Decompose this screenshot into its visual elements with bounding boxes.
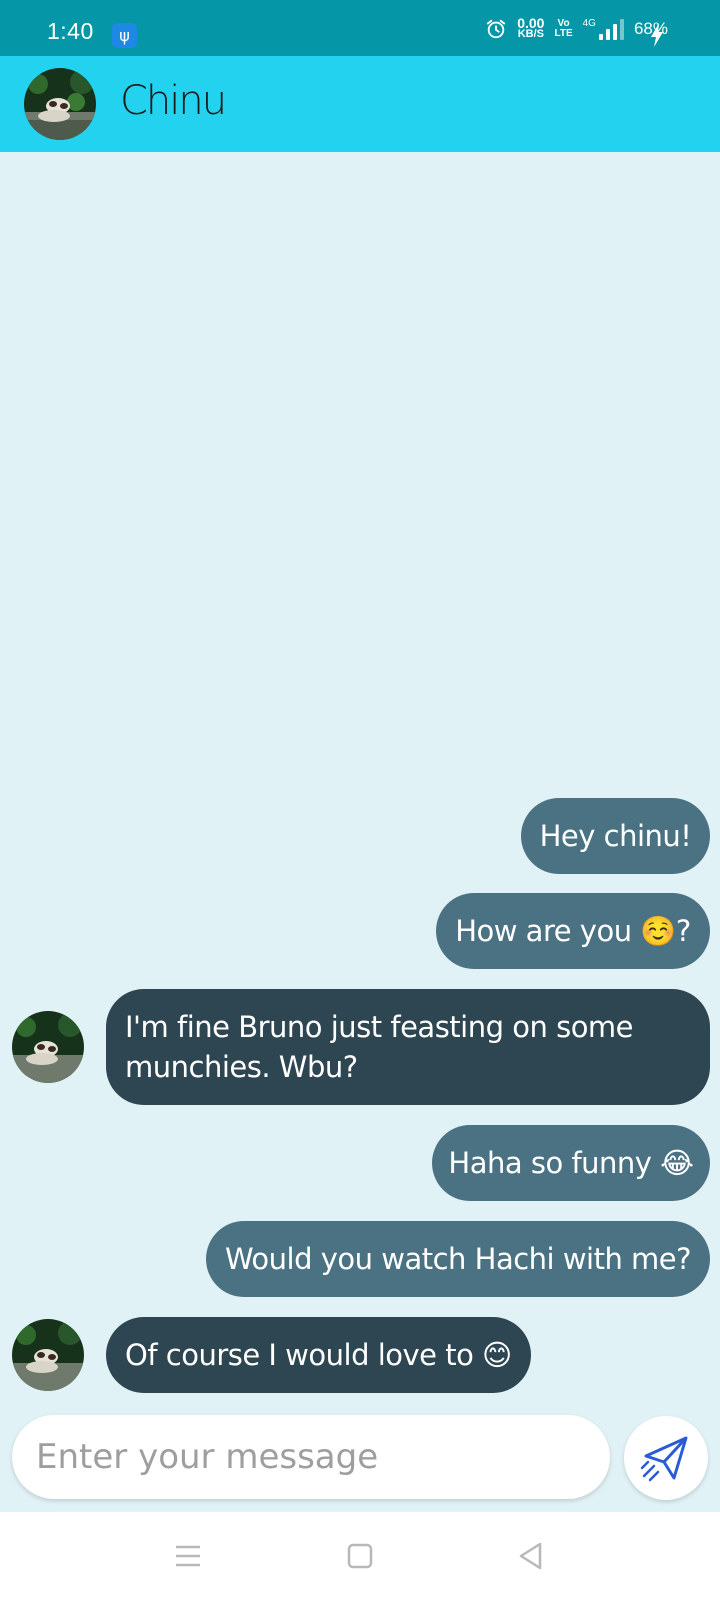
- volte-bottom: LTE: [554, 28, 573, 39]
- status-time: 1:40: [47, 18, 94, 44]
- status-bar: 1:40 ψ 0.00 KB/S Vo LTE 4G 68%: [0, 0, 720, 56]
- message-text: Of course I would love to 😊: [125, 1338, 512, 1372]
- signal-bar: [612, 24, 617, 40]
- message-text: I'm fine Bruno just feasting on some mun…: [125, 1010, 634, 1084]
- message-bubble-sent[interactable]: How are you ☺️?: [436, 893, 710, 969]
- message-bubble-sent[interactable]: Haha so funny 😂: [432, 1125, 710, 1201]
- menu-icon: [176, 1545, 200, 1567]
- contact-avatar[interactable]: [24, 68, 96, 140]
- signal-bar: [598, 34, 603, 40]
- usb-icon: ψ: [112, 23, 137, 48]
- sender-avatar[interactable]: [12, 1011, 84, 1083]
- message-text: Would you watch Hachi with me?: [224, 1242, 692, 1276]
- network-type: 4G: [582, 18, 596, 29]
- signal-icon: 4G: [583, 18, 624, 40]
- status-icons: 0.00 KB/S Vo LTE 4G 68%: [485, 14, 668, 44]
- send-button[interactable]: [624, 1416, 708, 1500]
- chat-header: Chinu: [0, 56, 720, 152]
- message-text: Hey chinu!: [539, 819, 692, 853]
- message-input[interactable]: [36, 1415, 586, 1499]
- signal-bar: [619, 19, 624, 40]
- home-icon: [347, 1543, 373, 1569]
- contact-name[interactable]: Chinu: [120, 78, 227, 124]
- signal-bar: [605, 29, 610, 40]
- volte-indicator: Vo LTE: [554, 19, 572, 39]
- message-text: How are you ☺️?: [455, 913, 691, 948]
- message-input-container: [12, 1415, 610, 1499]
- navigation-bar: [0, 1512, 720, 1600]
- alarm-icon: [487, 19, 506, 39]
- dog-avatar: [12, 1011, 84, 1083]
- dog-avatar: [12, 1319, 84, 1391]
- message-text: Haha so funny 😂: [448, 1146, 694, 1180]
- net-speed-unit: KB/S: [517, 28, 544, 40]
- menu-button[interactable]: [166, 1534, 210, 1578]
- bolt-icon: [651, 23, 663, 47]
- message-bubble-sent[interactable]: Hey chinu!: [521, 798, 710, 874]
- network-speed: 0.00 KB/S: [517, 16, 544, 40]
- message-bubble-received[interactable]: I'm fine Bruno just feasting on some mun…: [106, 989, 710, 1105]
- message-list[interactable]: Hey chinu! How are you ☺️? I'm fine Brun…: [0, 152, 720, 1410]
- message-bubble-received[interactable]: Of course I would love to 😊: [106, 1317, 531, 1393]
- home-button[interactable]: [338, 1534, 382, 1578]
- sender-avatar[interactable]: [12, 1319, 84, 1391]
- back-icon: [519, 1542, 542, 1570]
- back-button[interactable]: [508, 1534, 552, 1578]
- paper-plane-icon: [640, 1436, 688, 1482]
- dog-avatar: [24, 68, 96, 140]
- message-bubble-sent[interactable]: Would you watch Hachi with me?: [206, 1221, 710, 1297]
